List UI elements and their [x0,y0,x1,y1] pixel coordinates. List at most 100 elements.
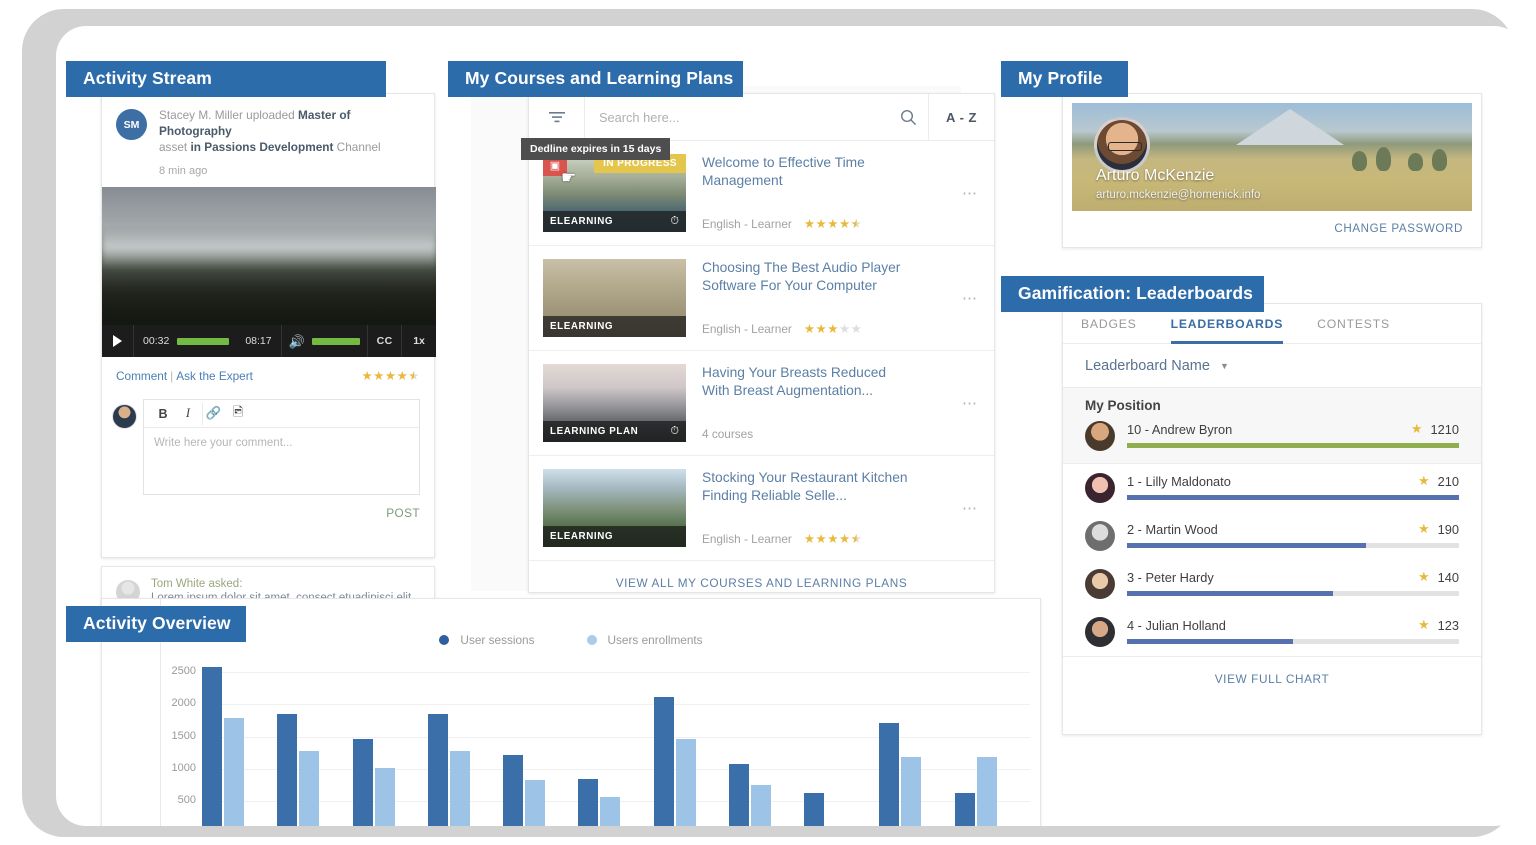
leaderboard-row[interactable]: 10 - Andrew Byron ★1210 [1085,421,1459,451]
course-title[interactable]: Having Your Breasts Reduced With Breast … [702,364,917,400]
chart-bar[interactable] [654,697,674,826]
chart-bar[interactable] [224,718,244,826]
italic-icon[interactable]: I [177,403,199,425]
avatar[interactable] [1094,117,1150,173]
panel-title-activity-overview: Activity Overview [66,606,246,642]
link-icon[interactable]: 🔗 [202,403,224,425]
course-title[interactable]: Choosing The Best Audio Player Software … [702,259,917,295]
avatar [1085,569,1115,599]
course-meta-text: English - Learner [702,217,792,231]
legend-swatch [439,635,449,645]
leaderboard-name-selector[interactable]: Leaderboard Name ▼ [1063,344,1481,388]
progress-track [1127,543,1459,548]
playback-speed-button[interactable]: 1x [402,325,436,357]
comment-link[interactable]: Comment [116,369,167,383]
bar-group [729,764,804,826]
comment-input[interactable]: Write here your comment... [144,428,419,494]
search-input[interactable]: Search here... [585,110,888,125]
legend-item-users-enrollments[interactable]: Users enrollments [587,633,703,647]
post-text-2-bold: in Passions Development [190,140,333,154]
closed-captions-button[interactable]: CC [368,325,402,357]
chart-bar[interactable] [525,780,545,826]
course-type-label: ELEARNING [550,531,613,542]
video-player[interactable]: 00:32 08:17 🔊 CC 1x [102,187,436,357]
chart-bar[interactable] [503,755,523,826]
chart-bar[interactable] [676,739,696,826]
change-password-link[interactable]: CHANGE PASSWORD [1334,222,1463,235]
course-list-item[interactable]: LEARNING PLAN⏱ Having Your Breasts Reduc… [529,351,994,456]
ask-the-expert-link[interactable]: Ask the Expert [176,369,253,383]
course-thumbnail[interactable]: ▣ IN PROGRESS ☛ ELEARNING⏱ [543,154,686,232]
chart-bar[interactable] [578,779,598,826]
volume-control[interactable]: 🔊 [282,325,369,357]
bold-icon[interactable]: B [152,403,174,425]
device-frame: Activity Stream SM Stacey M. Miller uplo… [22,9,1514,837]
progress-track [1127,639,1459,644]
course-thumbnail[interactable]: ELEARNING [543,259,686,337]
search-icon[interactable] [888,109,928,126]
question-author: Tom White asked: [151,578,421,590]
panel-title-activity-stream: Activity Stream [66,61,386,97]
course-rating-stars[interactable]: ★★★★★ [804,216,863,231]
chart-bar[interactable] [901,757,921,826]
chart-bar[interactable] [804,793,824,826]
profile-cover-image: Arturo McKenzie arturo.mckenzie@homenick… [1072,103,1472,211]
activity-rating-stars[interactable]: ★★★★★ [361,368,420,383]
course-title[interactable]: Welcome to Effective Time Management [702,154,917,190]
video-progress[interactable]: 00:32 08:17 [134,325,282,357]
course-options-menu[interactable]: ⋯ [962,394,978,412]
legend-item-user-sessions[interactable]: User sessions [439,633,534,647]
post-comment-button[interactable]: POST [386,506,420,520]
course-list-item[interactable]: ELEARNING Stocking Your Restaurant Kitch… [529,456,994,561]
chart-bar[interactable] [955,793,975,826]
my-profile-panel: Arturo McKenzie arturo.mckenzie@homenick… [1062,93,1482,248]
course-options-menu[interactable]: ⋯ [962,289,978,307]
course-rating-stars[interactable]: ★★★★★ [804,321,863,336]
chart-bar[interactable] [299,751,319,826]
play-button[interactable] [102,325,134,357]
leaderboard-row[interactable]: 4 - Julian Holland ★123 [1063,608,1481,656]
chart-bar[interactable] [202,667,222,826]
chart-bar[interactable] [751,785,771,826]
course-thumbnail[interactable]: ELEARNING [543,469,686,547]
progress-fill [1127,543,1366,548]
chart-bar[interactable] [428,714,448,826]
y-axis-tick-label: 2500 [150,665,196,677]
course-rating-stars[interactable]: ★★★★★ [804,531,863,546]
leaderboard-row[interactable]: 3 - Peter Hardy ★140 [1063,560,1481,608]
gamification-panel: BADGES LEADERBOARDS CONTESTS Leaderboard… [1062,303,1482,735]
clock-icon: ⏱ [670,215,679,228]
chart-bar[interactable] [977,757,997,826]
video-controls: 00:32 08:17 🔊 CC 1x [102,325,436,357]
course-thumbnail[interactable]: LEARNING PLAN⏱ [543,364,686,442]
chart-bar[interactable] [375,768,395,826]
progress-track [1127,495,1459,500]
filter-icon[interactable] [529,94,585,141]
leaderboard-row[interactable]: 2 - Martin Wood ★190 [1063,512,1481,560]
image-icon[interactable]: 🖻 [227,403,249,425]
post-text-2: asset [159,140,190,154]
tab-contests[interactable]: CONTESTS [1317,304,1390,343]
panel-title-my-courses: My Courses and Learning Plans [448,61,743,97]
course-list-item[interactable]: ELEARNING Choosing The Best Audio Player… [529,246,994,351]
course-title[interactable]: Stocking Your Restaurant Kitchen Finding… [702,469,917,505]
chart-bar[interactable] [600,797,620,826]
chart-bar[interactable] [879,723,899,826]
chart-bar[interactable] [277,714,297,826]
course-options-menu[interactable]: ⋯ [962,499,978,517]
chart-bar[interactable] [353,739,373,827]
leaderboard-row[interactable]: 1 - Lilly Maldonato ★210 [1063,464,1481,512]
leaderboard-points: 190 [1438,522,1459,537]
my-position-block: My Position 10 - Andrew Byron ★1210 [1063,388,1481,464]
legend-label: Users enrollments [608,633,703,647]
chart-bar[interactable] [729,764,749,826]
course-options-menu[interactable]: ⋯ [962,184,978,202]
bar-group [353,739,428,827]
bar-chart: 2500200015001000500 [160,653,1040,826]
chart-bar[interactable] [450,751,470,826]
sort-az-button[interactable]: A - Z [928,94,994,141]
progress-fill [1127,639,1293,644]
view-full-chart-link[interactable]: VIEW FULL CHART [1063,656,1481,700]
progress-fill [1127,591,1333,596]
leaderboard-rank-name: 1 - Lilly Maldonato [1127,474,1231,489]
